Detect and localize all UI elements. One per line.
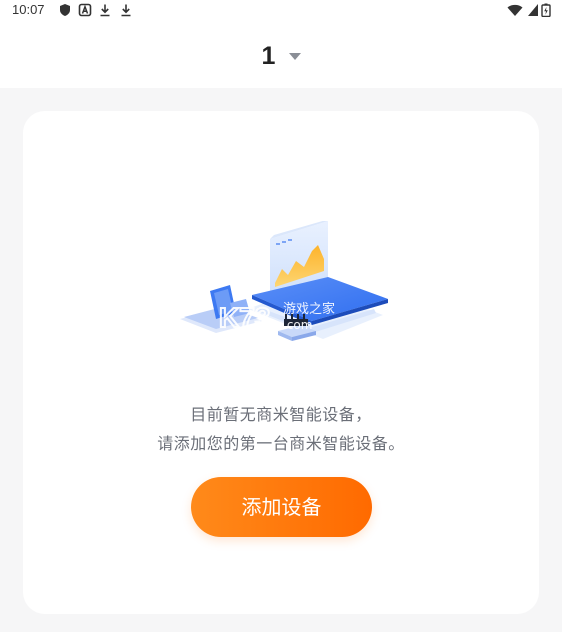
caret-down-icon	[288, 52, 301, 60]
watermark-brand-text: 游戏之家	[283, 301, 335, 317]
a-badge-icon	[78, 3, 92, 17]
page-title: 1	[261, 42, 276, 70]
header-title-dropdown[interactable]: 1	[0, 38, 562, 74]
top-app-bar: 10:07 1	[0, 0, 562, 88]
watermark-domain-text: .com	[283, 318, 312, 332]
download-icon	[121, 4, 131, 17]
shield-icon	[60, 4, 70, 16]
add-device-button[interactable]: 添加设备	[191, 477, 372, 537]
battery-icon	[541, 3, 551, 17]
watermark-logo-text: K73	[219, 302, 270, 333]
status-time: 10:07	[12, 2, 45, 17]
empty-message-line1: 目前暂无商米智能设备，	[190, 405, 372, 424]
signal-icon	[528, 4, 538, 16]
devices-illustration	[180, 221, 388, 341]
empty-message-line2: 请添加您的第一台商米智能设备。	[157, 434, 405, 453]
empty-state-card: K73 游戏之家 .com 目前暂无商米智能设备， 请添加您的第一台商米智能设备…	[23, 111, 539, 614]
wifi-icon	[507, 4, 523, 16]
status-bar: 10:07	[0, 0, 562, 22]
download-icon	[100, 4, 110, 17]
watermark-logo: K73 游戏之家 .com	[219, 301, 335, 334]
